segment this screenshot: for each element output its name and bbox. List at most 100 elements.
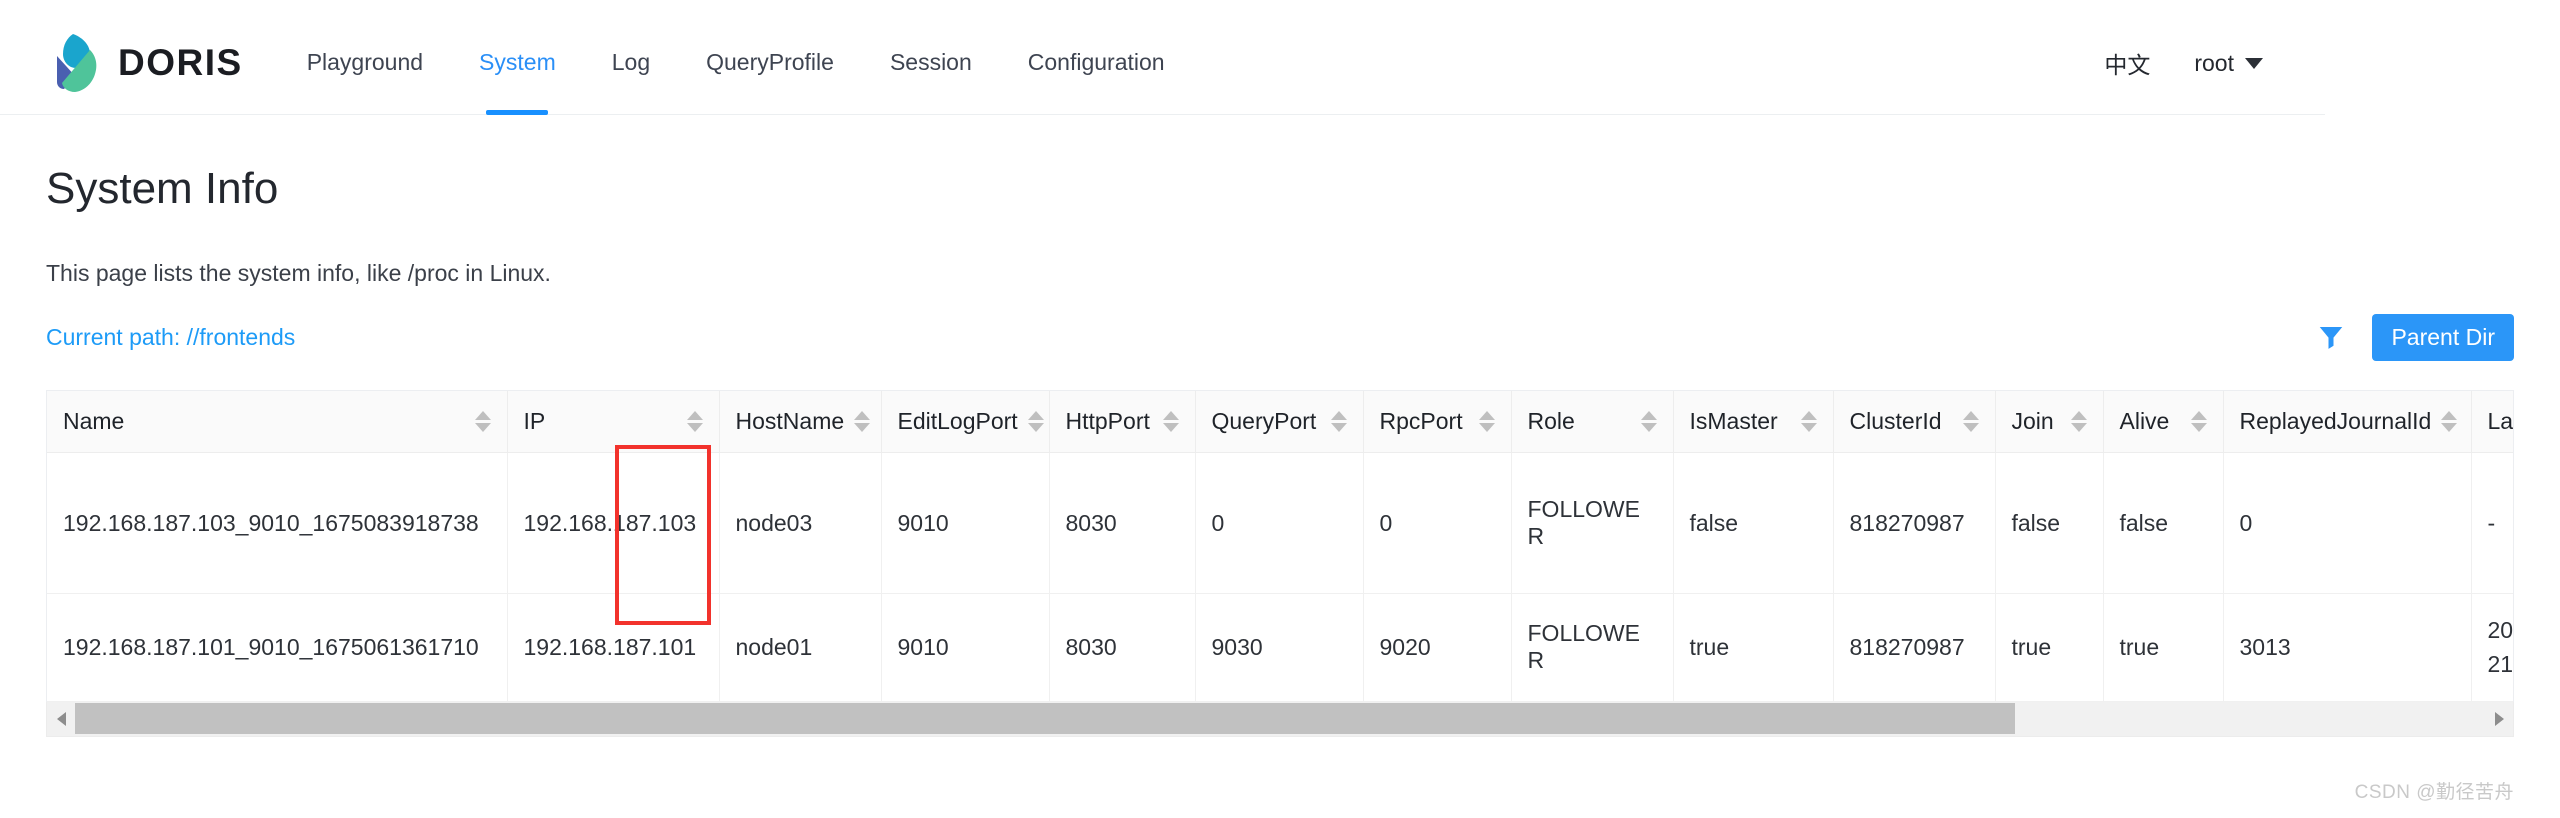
table-row[interactable]: 192.168.187.101_9010_1675061361710 192.1… — [47, 593, 2513, 702]
column-header-httpport[interactable]: HttpPort — [1049, 390, 1196, 454]
cell-ismaster: false — [1673, 452, 1834, 594]
table-header: Name IP HostName EditLogPort HttpPort Qu… — [47, 390, 2514, 454]
column-header-ismaster[interactable]: IsMaster — [1673, 390, 1834, 454]
scrollbar-thumb[interactable] — [75, 703, 2016, 735]
path-actions: Parent Dir — [2316, 313, 2514, 361]
scrollbar-track[interactable] — [75, 701, 2485, 736]
cell-lastheartbeat: - — [2471, 452, 2513, 594]
path-row: Current path: //frontends Parent Dir — [0, 313, 2560, 368]
sort-toggle-replayedjournalid[interactable] — [2441, 411, 2458, 433]
column-label-lastheartbeat: LastHeartbeat — [2487, 408, 2514, 435]
column-header-replayedjournalid[interactable]: ReplayedJournalId — [2223, 390, 2472, 454]
sort-toggle-name[interactable] — [474, 411, 491, 433]
user-menu[interactable]: root — [2194, 50, 2263, 77]
sort-toggle-editlogport[interactable] — [1027, 411, 1044, 433]
nav-item-playground[interactable]: Playground — [279, 11, 451, 115]
nav-links: Playground System Log QueryProfile Sessi… — [279, 11, 1193, 115]
column-label-ip: IP — [523, 408, 546, 435]
column-label-alive: Alive — [2119, 408, 2170, 435]
column-header-clusterid[interactable]: ClusterId — [1833, 390, 1996, 454]
column-label-queryport: QueryPort — [1211, 408, 1317, 435]
cell-role: FOLLOWER — [1511, 452, 1674, 594]
cell-join: true — [1995, 593, 2104, 702]
table-body: 192.168.187.103_9010_1675083918738 192.1… — [47, 452, 2513, 702]
sort-toggle-ismaster[interactable] — [1800, 411, 1817, 433]
watermark-text: CSDN @勤径苦舟 — [2354, 782, 2514, 803]
cell-httpport: 8030 — [1049, 593, 1196, 702]
cell-queryport: 0 — [1195, 452, 1364, 594]
app-root: DORIS Playground System Log QueryProfile… — [0, 0, 2560, 818]
sort-toggle-hostname[interactable] — [854, 411, 871, 433]
column-header-hostname[interactable]: HostName — [719, 390, 882, 454]
navbar-right-spacer: 中文 root — [2104, 11, 2560, 115]
cell-join: false — [1995, 452, 2104, 594]
doris-logo-icon — [46, 32, 100, 94]
sort-toggle-role[interactable] — [1640, 411, 1657, 433]
parent-dir-button[interactable]: Parent Dir — [2372, 313, 2514, 361]
browser-chrome-strip — [0, 0, 2560, 11]
column-label-name: Name — [63, 408, 125, 435]
cell-rpcport: 0 — [1363, 452, 1512, 594]
sort-toggle-ip[interactable] — [686, 411, 703, 433]
column-label-editlogport: EditLogPort — [897, 408, 1018, 435]
filter-funnel-icon[interactable] — [2316, 322, 2346, 352]
page-description: This page lists the system info, like /p… — [46, 259, 551, 286]
cell-alive: true — [2103, 593, 2224, 702]
cell-ip: 192.168.187.101 — [507, 593, 720, 702]
column-header-rpcport[interactable]: RpcPort — [1363, 390, 1512, 454]
chevron-right-icon[interactable] — [2485, 701, 2513, 736]
cell-editlogport: 9010 — [881, 593, 1050, 702]
nav-item-log[interactable]: Log — [584, 11, 678, 115]
main-content: System Info This page lists the system i… — [0, 115, 2560, 737]
table-header-row: Name IP HostName EditLogPort HttpPort Qu… — [47, 390, 2514, 454]
column-header-editlogport[interactable]: EditLogPort — [881, 390, 1050, 454]
column-header-name[interactable]: Name — [47, 390, 508, 454]
column-header-alive[interactable]: Alive — [2103, 390, 2224, 454]
cell-rpcport: 9020 — [1363, 593, 1512, 702]
sort-toggle-queryport[interactable] — [1330, 411, 1347, 433]
cell-queryport: 9030 — [1195, 593, 1364, 702]
sort-toggle-httpport[interactable] — [1162, 411, 1179, 433]
cell-hostname: node01 — [719, 593, 882, 702]
cell-ip: 192.168.187.103 — [507, 452, 720, 594]
column-header-role[interactable]: Role — [1511, 390, 1674, 454]
cell-name: 192.168.187.101_9010_1675061361710 — [47, 593, 508, 702]
brand-name: DORIS — [118, 42, 243, 83]
column-header-join[interactable]: Join — [1995, 390, 2104, 454]
column-header-lastheartbeat[interactable]: LastHeartbeat — [2471, 390, 2514, 454]
nav-item-configuration[interactable]: Configuration — [1000, 11, 1193, 115]
nav-item-queryprofile[interactable]: QueryProfile — [678, 11, 862, 115]
brand-logo[interactable]: DORIS — [46, 32, 243, 94]
page-title: System Info — [46, 164, 279, 213]
sort-toggle-rpcport[interactable] — [1478, 411, 1495, 433]
navbar-actions: 中文 root — [1855, 11, 2325, 115]
table-row[interactable]: 192.168.187.103_9010_1675083918738 192.1… — [47, 452, 2513, 594]
sort-toggle-alive[interactable] — [2190, 411, 2207, 433]
cell-clusterid: 818270987 — [1833, 452, 1996, 594]
caret-down-icon — [2245, 57, 2263, 69]
nav-item-system[interactable]: System — [451, 11, 584, 115]
column-header-queryport[interactable]: QueryPort — [1195, 390, 1364, 454]
cell-ismaster: true — [1673, 593, 1834, 702]
column-label-join: Join — [2011, 408, 2054, 435]
frontends-table: Name IP HostName EditLogPort HttpPort Qu… — [47, 390, 2514, 702]
language-switch-button[interactable]: 中文 — [2104, 46, 2150, 80]
cell-httpport: 8030 — [1049, 452, 1196, 594]
chevron-left-icon[interactable] — [47, 701, 75, 736]
column-label-rpcport: RpcPort — [1379, 408, 1463, 435]
nav-item-session[interactable]: Session — [862, 11, 1000, 115]
column-header-ip[interactable]: IP — [507, 390, 720, 454]
column-label-httpport: HttpPort — [1065, 408, 1150, 435]
cell-replayedjournalid: 3013 — [2223, 593, 2472, 702]
user-menu-label: root — [2194, 49, 2234, 76]
cell-replayedjournalid: 0 — [2223, 452, 2472, 594]
sort-toggle-join[interactable] — [2070, 411, 2087, 433]
cell-alive: false — [2103, 452, 2224, 594]
horizontal-scrollbar[interactable] — [46, 701, 2514, 737]
current-path-link[interactable]: Current path: //frontends — [46, 324, 295, 351]
frontends-table-container: Name IP HostName EditLogPort HttpPort Qu… — [46, 389, 2514, 702]
column-label-hostname: HostName — [735, 408, 845, 435]
column-label-role: Role — [1527, 408, 1575, 435]
cell-hostname: node03 — [719, 452, 882, 594]
sort-toggle-clusterid[interactable] — [1962, 411, 1979, 433]
